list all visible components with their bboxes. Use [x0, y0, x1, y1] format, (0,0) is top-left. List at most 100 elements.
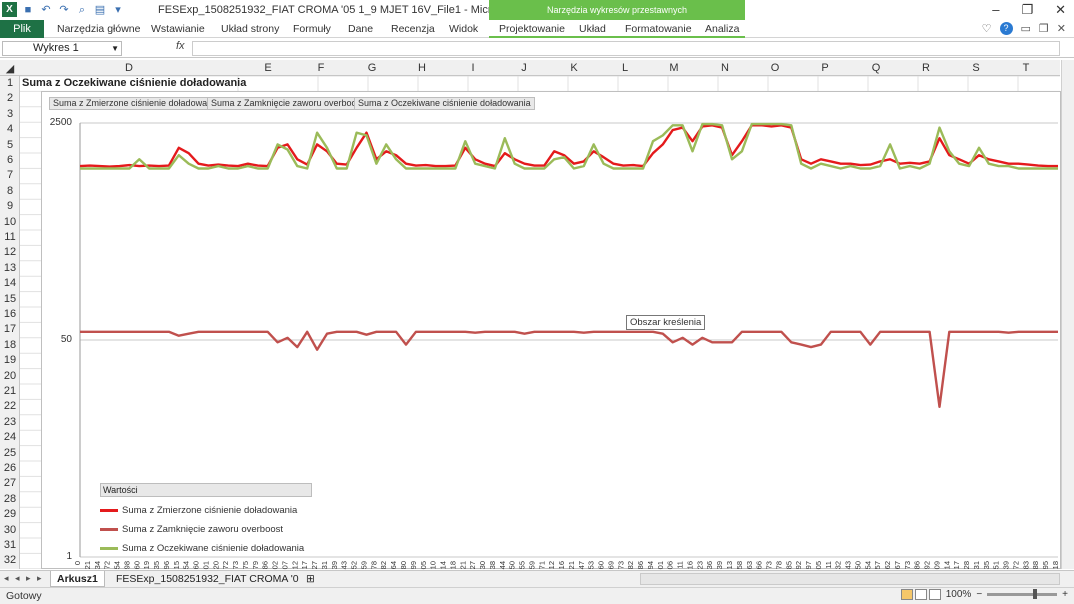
column-header-n[interactable]: N: [715, 62, 735, 74]
row-header-13[interactable]: 13: [0, 262, 20, 274]
column-header-k[interactable]: K: [564, 62, 584, 74]
row-header-9[interactable]: 9: [0, 200, 20, 212]
series-line-1[interactable]: [79, 124, 1058, 168]
column-header-l[interactable]: L: [615, 62, 635, 74]
name-box[interactable]: Wykres 1 ▼: [2, 41, 122, 56]
tab-formulas[interactable]: Formuły: [293, 23, 331, 35]
row-header-22[interactable]: 22: [0, 400, 20, 412]
tab-data[interactable]: Dane: [348, 23, 373, 35]
row-header-24[interactable]: 24: [0, 431, 20, 443]
column-header-o[interactable]: O: [765, 62, 785, 74]
sheet-tab[interactable]: FESExp_1508251932_FIAT CROMA '0: [110, 571, 305, 587]
formula-input[interactable]: [192, 41, 1060, 56]
tab-insert[interactable]: Wstawianie: [151, 23, 205, 35]
field-button-measured-pressure[interactable]: Suma z Zmierzone ciśnienie doładowania: [49, 97, 224, 110]
column-header-s[interactable]: S: [966, 62, 986, 74]
row-header-21[interactable]: 21: [0, 385, 20, 397]
row-header-12[interactable]: 12: [0, 246, 20, 258]
tab-format[interactable]: Formatowanie: [625, 23, 692, 35]
field-button-expected-pressure[interactable]: Suma z Oczekiwane ciśnienie doładowania: [354, 97, 535, 110]
row-header-8[interactable]: 8: [0, 185, 20, 197]
row-header-6[interactable]: 6: [0, 154, 20, 166]
row-header-3[interactable]: 3: [0, 108, 20, 120]
tab-page-layout[interactable]: Układ strony: [221, 23, 279, 35]
zoom-in-button[interactable]: +: [1062, 589, 1068, 600]
row-header-29[interactable]: 29: [0, 508, 20, 520]
print-preview-icon[interactable]: ⌕: [75, 3, 89, 17]
row-header-17[interactable]: 17: [0, 323, 20, 335]
row-header-26[interactable]: 26: [0, 462, 20, 474]
doc-minimize-icon[interactable]: ▭: [1021, 22, 1031, 35]
cell-d1[interactable]: Suma z Oczekiwane ciśnienie doładowania: [22, 77, 246, 89]
sheet-tab-active[interactable]: Arkusz1: [50, 571, 105, 587]
row-header-28[interactable]: 28: [0, 493, 20, 505]
sheet-nav-arrows[interactable]: ◂ ◂ ▸ ▸: [4, 573, 44, 584]
chart-legend[interactable]: Wartości Suma z Zmierzone ciśnienie doła…: [100, 483, 312, 558]
vertical-scrollbar[interactable]: [1061, 60, 1074, 569]
tab-home[interactable]: Narzędzia główne: [57, 23, 140, 35]
row-header-20[interactable]: 20: [0, 370, 20, 382]
row-header-19[interactable]: 19: [0, 354, 20, 366]
open-folder-icon[interactable]: ▤: [93, 3, 107, 17]
column-header-i[interactable]: I: [463, 62, 483, 74]
page-break-view-icon[interactable]: [928, 589, 941, 600]
series-line-2[interactable]: [80, 330, 1058, 408]
column-header-e[interactable]: E: [258, 62, 278, 74]
redo-icon[interactable]: ↷: [57, 3, 71, 17]
column-header-h[interactable]: H: [412, 62, 432, 74]
column-header-q[interactable]: Q: [866, 62, 886, 74]
column-header-d[interactable]: D: [119, 62, 139, 74]
save-icon[interactable]: ■: [21, 3, 35, 17]
select-all-corner[interactable]: ◢: [0, 62, 20, 75]
row-header-7[interactable]: 7: [0, 169, 20, 181]
tab-view[interactable]: Widok: [449, 23, 478, 35]
customize-toolbar-icon[interactable]: ▾: [111, 3, 125, 17]
tab-layout[interactable]: Układ: [579, 23, 606, 35]
field-button-overboost-valve[interactable]: Suma z Zamknięcie zaworu overboost: [207, 97, 368, 110]
row-header-31[interactable]: 31: [0, 539, 20, 551]
page-layout-view-icon[interactable]: [914, 589, 927, 600]
row-header-2[interactable]: 2: [0, 92, 20, 104]
restore-button[interactable]: ❐: [1021, 2, 1033, 18]
column-header-m[interactable]: M: [664, 62, 684, 74]
zoom-level[interactable]: 100%: [946, 589, 972, 600]
new-sheet-icon[interactable]: ⊞: [300, 571, 321, 587]
row-header-30[interactable]: 30: [0, 524, 20, 536]
close-button[interactable]: ✕: [1055, 2, 1066, 18]
column-header-j[interactable]: J: [514, 62, 534, 74]
file-tab[interactable]: Plik: [0, 20, 44, 38]
column-header-t[interactable]: T: [1016, 62, 1036, 74]
doc-restore-icon[interactable]: ❐: [1039, 22, 1049, 35]
row-header-32[interactable]: 32: [0, 554, 20, 566]
row-header-11[interactable]: 11: [0, 231, 20, 243]
column-header-f[interactable]: F: [311, 62, 331, 74]
insert-function-icon[interactable]: fx: [176, 40, 185, 52]
row-header-10[interactable]: 10: [0, 216, 20, 228]
horizontal-scrollbar[interactable]: [640, 573, 1060, 585]
minimize-button[interactable]: –: [992, 2, 999, 18]
row-header-1[interactable]: 1: [0, 77, 20, 89]
doc-close-icon[interactable]: ✕: [1057, 22, 1066, 35]
row-header-25[interactable]: 25: [0, 447, 20, 459]
tab-design[interactable]: Projektowanie: [499, 23, 565, 35]
row-header-15[interactable]: 15: [0, 293, 20, 305]
row-header-27[interactable]: 27: [0, 477, 20, 489]
undo-icon[interactable]: ↶: [39, 3, 53, 17]
column-header-r[interactable]: R: [916, 62, 936, 74]
row-header-14[interactable]: 14: [0, 277, 20, 289]
row-header-18[interactable]: 18: [0, 339, 20, 351]
help-icon[interactable]: ?: [999, 22, 1013, 35]
row-header-4[interactable]: 4: [0, 123, 20, 135]
zoom-out-button[interactable]: −: [976, 589, 982, 600]
row-header-16[interactable]: 16: [0, 308, 20, 320]
column-header-p[interactable]: P: [815, 62, 835, 74]
name-box-dropdown-icon[interactable]: ▼: [111, 42, 119, 55]
tab-review[interactable]: Recenzja: [391, 23, 435, 35]
ribbon-collapse-icon[interactable]: ♡: [982, 22, 992, 35]
row-header-5[interactable]: 5: [0, 139, 20, 151]
zoom-slider[interactable]: [987, 589, 1058, 599]
normal-view-icon[interactable]: [900, 589, 913, 600]
row-header-23[interactable]: 23: [0, 416, 20, 428]
legend-header[interactable]: Wartości: [100, 483, 312, 497]
tab-analyze[interactable]: Analiza: [705, 23, 739, 35]
